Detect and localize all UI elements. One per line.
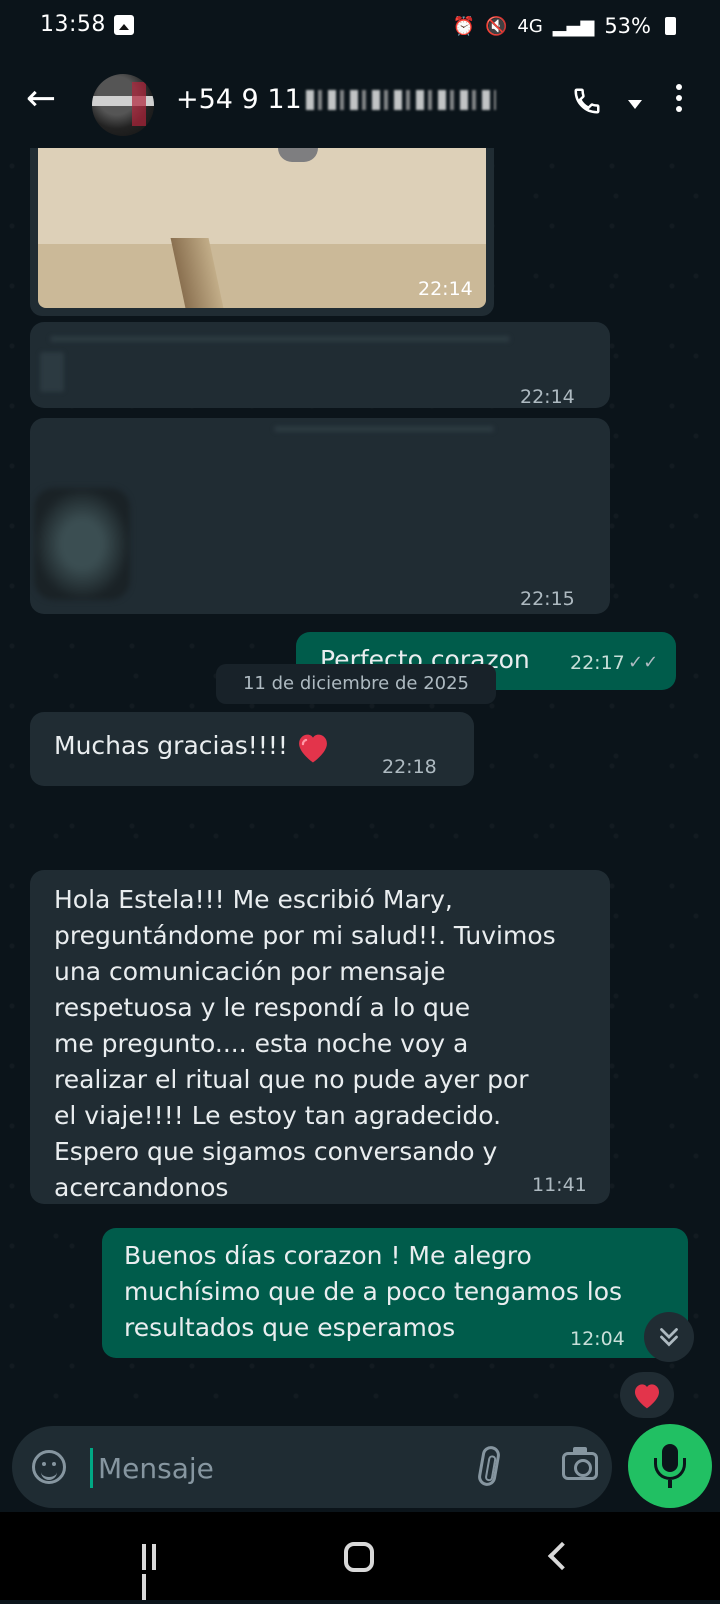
date-separator: 11 de diciembre de 2025 <box>216 664 496 704</box>
message-time: 22:15 <box>520 588 575 610</box>
chat-area[interactable]: 22:14 22:14 22:15 Perfecto corazon 22:17… <box>0 148 720 1410</box>
microphone-icon-stem <box>668 1480 672 1488</box>
redacted-image <box>34 488 130 600</box>
status-icons: ⏰ 🔇 4G ▂▄▆ 53% <box>453 14 676 38</box>
contact-phone-prefix: +54 9 11 <box>176 84 302 115</box>
signal-icon: ▂▄▆ <box>552 15 595 37</box>
message-reaction[interactable] <box>620 1372 674 1418</box>
message-text: Muchas gracias!!!! <box>54 728 332 764</box>
message-composer <box>12 1426 612 1508</box>
heart-reaction-icon <box>635 1384 659 1409</box>
incoming-message[interactable]: Hola Estela!!! Me escribió Mary, pregunt… <box>30 870 610 1204</box>
system-back-icon[interactable] <box>547 1541 577 1571</box>
message-text-content: Muchas gracias!!!! <box>54 731 288 760</box>
redacted-content <box>50 336 510 342</box>
voice-message-button[interactable] <box>628 1424 712 1508</box>
gallery-notification-icon <box>114 15 134 35</box>
contact-avatar[interactable] <box>92 74 154 136</box>
status-bar: 13:58 ⏰ 🔇 4G ▂▄▆ 53% <box>0 0 720 52</box>
scroll-to-bottom-button[interactable] <box>644 1312 694 1362</box>
mute-icon: 🔇 <box>484 15 508 37</box>
camera-icon[interactable] <box>562 1447 598 1480</box>
battery-level: 53% <box>604 14 651 38</box>
attach-paperclip-icon[interactable] <box>476 1444 502 1488</box>
heart-emoji-icon <box>298 734 327 763</box>
message-text: Hola Estela!!! Me escribió Mary, pregunt… <box>54 885 556 1202</box>
recent-apps-icon[interactable] <box>142 1544 170 1600</box>
message-time: 11:41 <box>532 1174 587 1196</box>
image-message[interactable]: 22:14 <box>30 148 494 316</box>
message-time: 22:17 <box>570 652 625 674</box>
battery-icon <box>665 17 676 35</box>
message-time: 22:14 <box>520 386 575 408</box>
message-time: 12:04 <box>570 1328 625 1350</box>
emoji-sticker-icon[interactable] <box>32 1450 66 1484</box>
message-input[interactable] <box>96 1444 460 1492</box>
status-time: 13:58 <box>40 12 106 37</box>
back-arrow-icon[interactable]: ← <box>26 78 56 119</box>
more-options-icon[interactable] <box>676 84 682 117</box>
chat-header: ← +54 9 11 <box>0 56 720 148</box>
redacted-phone <box>305 90 496 110</box>
contact-name[interactable]: +54 9 11 <box>176 84 496 115</box>
system-navigation-bar <box>0 1512 720 1600</box>
network-type: 4G <box>517 15 543 37</box>
incoming-message[interactable]: Muchas gracias!!!! 22:18 <box>30 712 474 786</box>
microphone-icon-arc <box>654 1458 686 1480</box>
alarm-icon: ⏰ <box>452 15 475 37</box>
redacted-content <box>274 426 494 432</box>
home-icon[interactable] <box>344 1542 374 1572</box>
call-dropdown-icon[interactable] <box>628 100 642 109</box>
message-time: 22:18 <box>382 756 437 778</box>
message-time: 22:14 <box>418 278 473 300</box>
redacted-message[interactable]: 22:15 <box>30 418 610 614</box>
text-cursor <box>90 1448 93 1488</box>
double-check-icon: ✓✓ <box>628 652 659 673</box>
outgoing-message[interactable]: Buenos días corazon ! Me alegro muchísim… <box>102 1228 688 1358</box>
phone-call-icon[interactable] <box>572 86 602 116</box>
double-chevron-down-icon <box>660 1328 678 1347</box>
redacted-content <box>40 352 64 392</box>
redacted-message[interactable]: 22:14 <box>30 322 610 408</box>
